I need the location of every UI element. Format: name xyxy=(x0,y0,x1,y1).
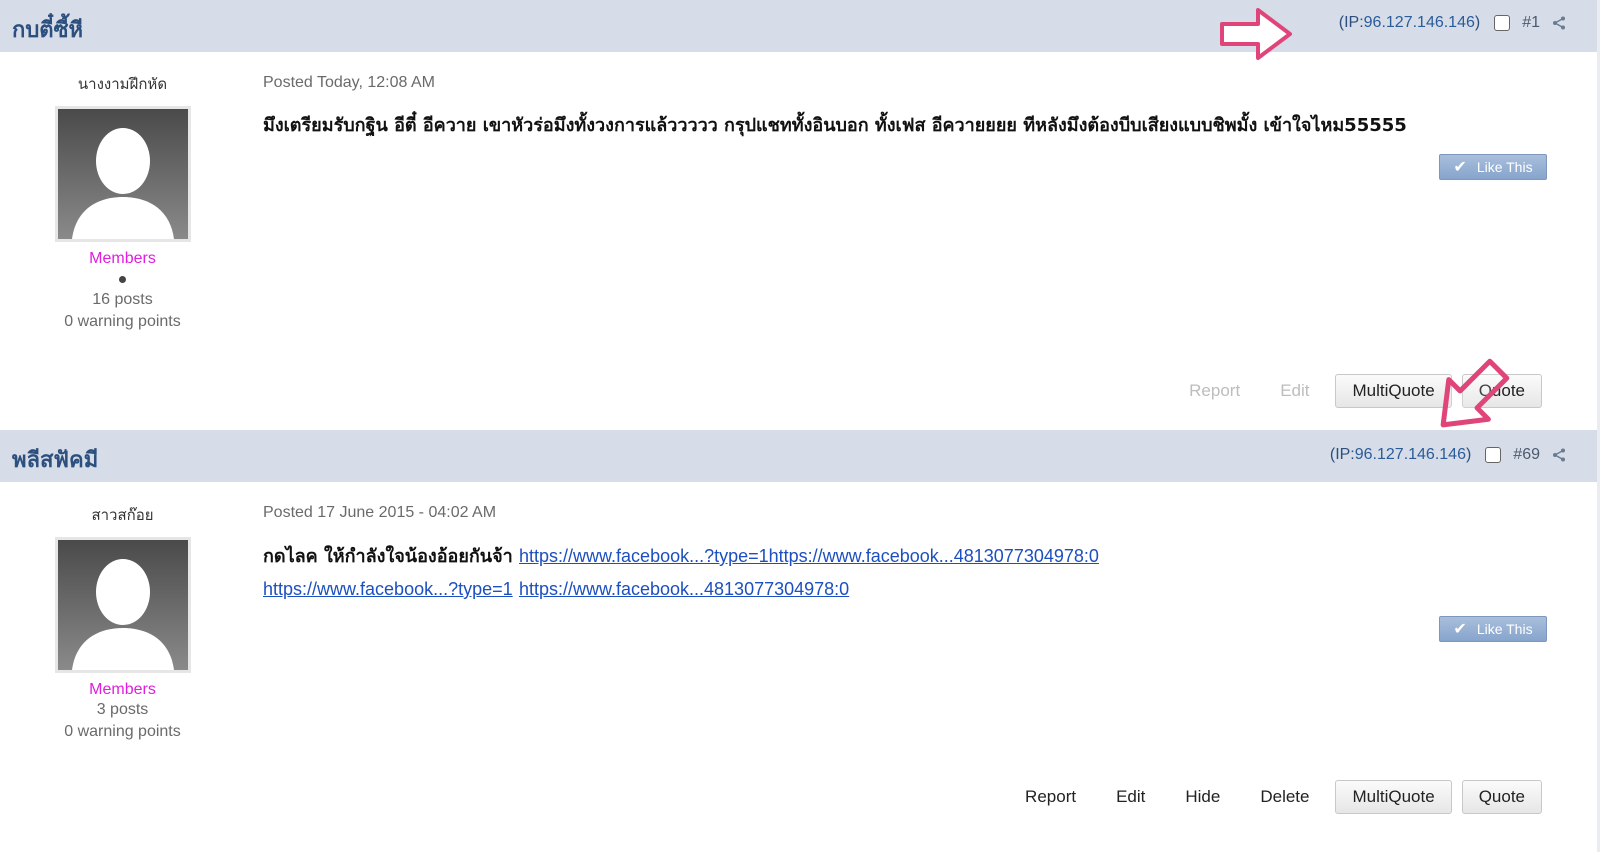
post-meta-right: (IP: 96.127.146.146 ) #1 xyxy=(1339,14,1566,32)
post-1: กบตี๋ซี้หี (IP: 96.127.146.146 ) #1 นางง… xyxy=(0,0,1600,430)
report-link[interactable]: Report xyxy=(1025,787,1076,807)
share-icon[interactable] xyxy=(1552,448,1566,462)
like-button[interactable]: ✔ Like This xyxy=(1439,616,1547,642)
member-group: Members xyxy=(89,250,156,267)
post-actions: Report Edit MultiQuote Quote xyxy=(1149,374,1542,408)
facebook-link-2[interactable]: https://www.facebook...?type=1 xyxy=(263,579,513,599)
ip-close: ) xyxy=(1465,446,1472,463)
post-meta-right: (IP: 96.127.146.146 ) #69 xyxy=(1330,446,1566,464)
post-number[interactable]: #69 xyxy=(1513,446,1540,464)
online-status-dot xyxy=(119,276,126,283)
avatar[interactable] xyxy=(54,537,191,673)
share-icon[interactable] xyxy=(1552,16,1566,30)
post-number[interactable]: #1 xyxy=(1522,14,1540,32)
post-2: พลีสฟัคมี (IP: 96.127.146.146 ) #69 สาวส… xyxy=(0,430,1600,852)
post-date: Posted Today, 12:08 AM xyxy=(263,74,435,91)
post-header: กบตี๋ซี้หี (IP: 96.127.146.146 ) #1 xyxy=(0,0,1600,52)
post-header: พลีสฟัคมี (IP: 96.127.146.146 ) #69 xyxy=(0,430,1600,482)
multiquote-button[interactable]: MultiQuote xyxy=(1335,780,1452,814)
facebook-link-3[interactable]: https://www.facebook...4813077304978:0 xyxy=(519,579,849,599)
ip-address[interactable]: 96.127.146.146 xyxy=(1355,446,1466,464)
report-link[interactable]: Report xyxy=(1189,381,1240,401)
like-label: Like This xyxy=(1476,621,1533,637)
like-button[interactable]: ✔ Like This xyxy=(1439,154,1547,180)
author-nickname: สาวสก๊อย xyxy=(91,506,154,524)
check-icon: ✔ xyxy=(1453,621,1467,638)
warning-points: 0 warning points xyxy=(64,313,181,330)
quote-button[interactable]: Quote xyxy=(1461,780,1542,814)
post-author-name[interactable]: กบตี๋ซี้หี xyxy=(12,12,83,47)
hide-link[interactable]: Hide xyxy=(1185,787,1220,807)
ip-label: (IP: xyxy=(1329,446,1355,463)
author-info: นางงามฝึกหัด Members 16 posts 0 warning … xyxy=(0,72,245,333)
facebook-link-1[interactable]: https://www.facebook...?type=1https://ww… xyxy=(519,546,1099,566)
member-group: Members xyxy=(89,681,156,698)
post-author-name[interactable]: พลีสฟัคมี xyxy=(12,442,98,477)
like-label: Like This xyxy=(1476,159,1533,175)
select-post-checkbox[interactable] xyxy=(1485,447,1502,463)
select-post-checkbox[interactable] xyxy=(1494,15,1511,31)
ip-close: ) xyxy=(1474,14,1481,31)
avatar[interactable] xyxy=(54,106,191,242)
check-icon: ✔ xyxy=(1453,159,1467,176)
author-nickname: นางงามฝึกหัด xyxy=(77,75,168,93)
avatar-silhouette-icon xyxy=(71,559,174,670)
avatar-silhouette-icon xyxy=(71,128,174,239)
post-date: Posted 17 June 2015 - 04:02 AM xyxy=(263,504,497,521)
edit-link[interactable]: Edit xyxy=(1280,381,1309,401)
multiquote-button[interactable]: MultiQuote xyxy=(1335,374,1452,408)
delete-link[interactable]: Delete xyxy=(1260,787,1309,807)
warning-points: 0 warning points xyxy=(64,723,181,740)
post-body-text: กดไลค ให้กำลังใจน้องอ้อยกันจ้า xyxy=(263,546,513,567)
author-info: สาวสก๊อย Members 3 posts 0 warning point… xyxy=(0,503,245,743)
post-actions: Report Edit Hide Delete MultiQuote Quote xyxy=(985,780,1542,814)
post-body: กดไลค ให้กำลังใจน้องอ้อยกันจ้า https://w… xyxy=(263,540,1553,606)
post-count: 3 posts xyxy=(96,701,149,718)
post-count: 16 posts xyxy=(92,291,153,308)
quote-button[interactable]: Quote xyxy=(1461,374,1542,408)
edit-link[interactable]: Edit xyxy=(1116,787,1145,807)
ip-label: (IP: xyxy=(1338,14,1364,31)
post-body: มึงเตรียมรับกฐิน อีตี๋ อีควาย เขาหัวร่อม… xyxy=(263,115,1407,136)
ip-address[interactable]: 96.127.146.146 xyxy=(1364,14,1475,32)
